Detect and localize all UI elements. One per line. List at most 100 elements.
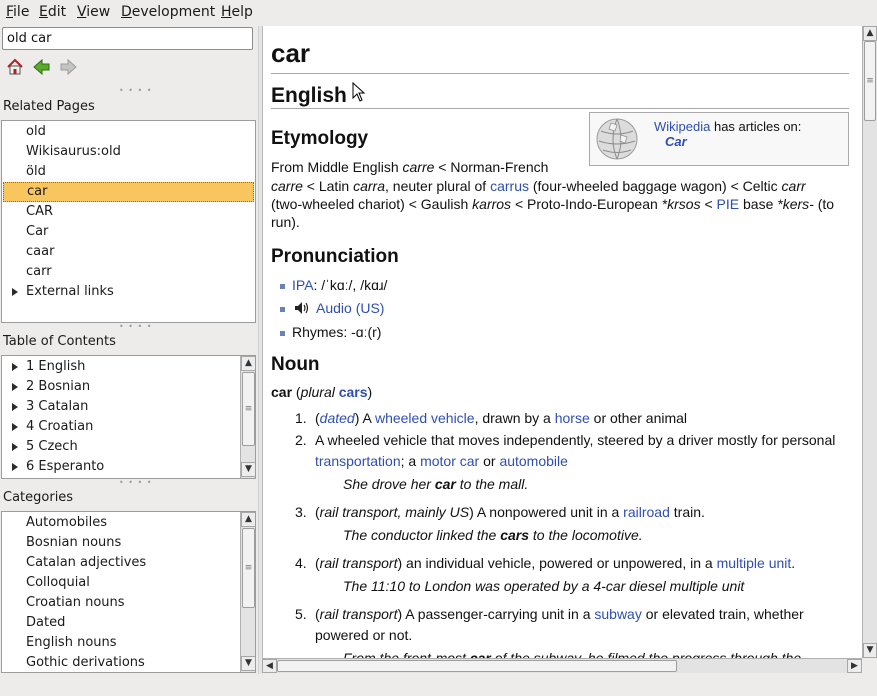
menu-help[interactable]: Help bbox=[221, 4, 253, 20]
motor-car-link[interactable]: motor car bbox=[420, 453, 479, 469]
multiple-unit-link[interactable]: multiple unit bbox=[717, 555, 792, 571]
cars-link[interactable]: cars bbox=[339, 384, 368, 400]
list-item[interactable]: carr bbox=[3, 262, 254, 282]
def-text: ) A passenger-carrying unit in a bbox=[397, 606, 595, 622]
def-text: , drawn by a bbox=[474, 410, 555, 426]
usage-example: She drove her car to the mall. bbox=[343, 476, 528, 492]
expander-icon[interactable] bbox=[12, 463, 18, 471]
content-scrollbar[interactable]: ▲ ▼ bbox=[862, 26, 877, 658]
scroll-thumb[interactable] bbox=[277, 660, 677, 672]
category-item[interactable]: Gothic derivations bbox=[3, 653, 254, 672]
scroll-left-icon[interactable]: ◀ bbox=[262, 659, 277, 673]
example-text: She drove her bbox=[343, 476, 435, 492]
automobile-link[interactable]: automobile bbox=[499, 453, 568, 469]
list-item[interactable]: Wikisaurus:old bbox=[3, 142, 254, 162]
horse-link[interactable]: horse bbox=[555, 410, 590, 426]
toc-item-label: 1 English bbox=[26, 359, 86, 374]
pane-grip[interactable]: • • • • bbox=[119, 322, 153, 331]
subway-link[interactable]: subway bbox=[594, 606, 641, 622]
expander-icon[interactable] bbox=[12, 288, 18, 296]
list-item-selected[interactable]: car bbox=[3, 182, 254, 202]
carrus-link[interactable]: carrus bbox=[490, 178, 529, 194]
categories-scrollbar[interactable]: ▲ ▼ bbox=[240, 512, 255, 672]
expander-icon[interactable] bbox=[12, 383, 18, 391]
search-input[interactable] bbox=[2, 27, 253, 50]
menu-view[interactable]: View bbox=[77, 4, 110, 20]
toc-item[interactable]: 5 Czech bbox=[3, 437, 254, 457]
menu-help-mnemonic: H bbox=[221, 4, 232, 20]
list-item[interactable]: old bbox=[3, 122, 254, 142]
expander-icon[interactable] bbox=[12, 363, 18, 371]
ety-text: base bbox=[739, 196, 778, 212]
menu-file[interactable]: File bbox=[6, 4, 29, 20]
home-icon[interactable] bbox=[6, 58, 24, 76]
scroll-down-icon[interactable]: ▼ bbox=[241, 656, 255, 671]
related-pages-list[interactable]: old Wikisaurus:old öld car CAR Car caar … bbox=[1, 120, 256, 323]
ety-text: < Latin bbox=[302, 178, 354, 194]
menu-edit[interactable]: Edit bbox=[39, 4, 66, 20]
pane-grip[interactable]: • • • • bbox=[119, 86, 153, 95]
scroll-up-icon[interactable]: ▲ bbox=[241, 512, 255, 527]
toc-item-label: 4 Croatian bbox=[26, 419, 94, 434]
category-item[interactable]: Bosnian nouns bbox=[3, 533, 254, 553]
status-bar bbox=[0, 675, 877, 696]
category-item[interactable]: Catalan adjectives bbox=[3, 553, 254, 573]
category-item[interactable]: Automobiles bbox=[3, 513, 254, 533]
list-item[interactable]: caar bbox=[3, 242, 254, 262]
category-item[interactable]: Croatian nouns bbox=[3, 593, 254, 613]
wikipedia-link[interactable]: Wikipedia bbox=[654, 119, 710, 134]
def-text: . bbox=[791, 555, 796, 571]
list-item[interactable]: öld bbox=[3, 162, 254, 182]
audio-link[interactable]: Audio (US) bbox=[316, 300, 384, 316]
scroll-down-icon[interactable]: ▼ bbox=[863, 643, 877, 658]
toc-list[interactable]: 1 English 2 Bosnian 3 Catalan 4 Croatian… bbox=[1, 355, 256, 479]
example-term: car bbox=[434, 476, 456, 492]
ipa-link[interactable]: IPA bbox=[292, 277, 314, 293]
expander-icon[interactable] bbox=[12, 443, 18, 451]
ety-term: carre bbox=[402, 159, 435, 175]
ety-text: < bbox=[700, 196, 717, 212]
toc-label: Table of Contents bbox=[3, 334, 116, 349]
page-title: car bbox=[271, 38, 311, 68]
expander-icon[interactable] bbox=[12, 423, 18, 431]
scroll-right-icon[interactable]: ▶ bbox=[847, 659, 862, 673]
categories-list[interactable]: Automobiles Bosnian nouns Catalan adject… bbox=[1, 511, 256, 673]
category-item[interactable]: Colloquial bbox=[3, 573, 254, 593]
toc-item[interactable]: 3 Catalan bbox=[3, 397, 254, 417]
content-hscrollbar[interactable]: ◀ ▶ bbox=[262, 658, 862, 673]
scroll-up-icon[interactable]: ▲ bbox=[241, 356, 255, 371]
headword-text: plural bbox=[300, 384, 335, 400]
scroll-thumb[interactable] bbox=[864, 41, 876, 121]
pie-link[interactable]: PIE bbox=[717, 196, 740, 212]
wheeled-vehicle-link[interactable]: wheeled vehicle bbox=[375, 410, 475, 426]
scroll-up-icon[interactable]: ▲ bbox=[863, 26, 877, 41]
menu-development[interactable]: Development bbox=[121, 4, 215, 20]
def-text: ) an individual vehicle, powered or unpo… bbox=[397, 555, 717, 571]
scroll-down-icon[interactable]: ▼ bbox=[241, 462, 255, 477]
ety-term: *kers- bbox=[777, 196, 814, 212]
back-arrow-icon[interactable] bbox=[33, 58, 51, 76]
rhymes-text: Rhymes: -ɑː(r) bbox=[292, 324, 382, 340]
expander-icon[interactable] bbox=[12, 403, 18, 411]
wikipedia-article-link[interactable]: Car bbox=[665, 134, 687, 149]
scroll-thumb[interactable] bbox=[242, 372, 255, 446]
example-text: to the mall. bbox=[455, 476, 529, 492]
railroad-link[interactable]: railroad bbox=[623, 504, 670, 520]
toc-item[interactable]: 1 English bbox=[3, 357, 254, 377]
toc-item[interactable]: 4 Croatian bbox=[3, 417, 254, 437]
pane-grip[interactable]: • • • • bbox=[119, 478, 153, 487]
scroll-thumb[interactable] bbox=[242, 528, 255, 608]
example-term: cars bbox=[500, 527, 530, 543]
transportation-link[interactable]: transportation bbox=[315, 453, 401, 469]
external-links-item[interactable]: External links bbox=[3, 282, 254, 302]
list-item[interactable]: CAR bbox=[3, 202, 254, 222]
speaker-icon[interactable] bbox=[294, 301, 310, 315]
toc-scrollbar[interactable]: ▲ ▼ bbox=[240, 356, 255, 478]
list-item[interactable]: Car bbox=[3, 222, 254, 242]
dated-link[interactable]: dated bbox=[320, 410, 355, 426]
forward-arrow-icon[interactable] bbox=[59, 58, 77, 76]
toc-item[interactable]: 2 Bosnian bbox=[3, 377, 254, 397]
category-item[interactable]: English nouns bbox=[3, 633, 254, 653]
toc-item[interactable]: 6 Esperanto bbox=[3, 457, 254, 477]
category-item[interactable]: Dated bbox=[3, 613, 254, 633]
